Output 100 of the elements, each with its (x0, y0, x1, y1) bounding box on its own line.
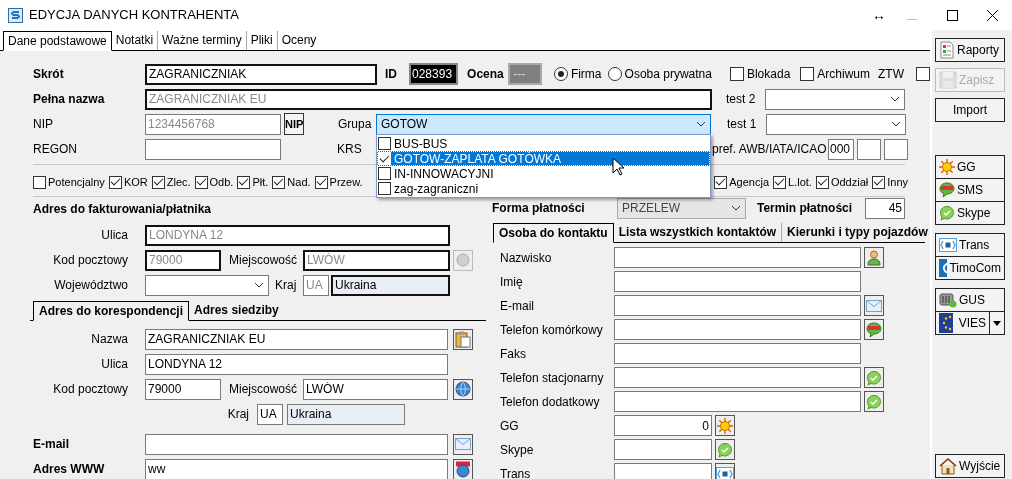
contact-field[interactable] (614, 391, 861, 412)
payment-term-field[interactable]: 45 (865, 197, 905, 219)
group-option[interactable]: GOTOW-ZAPLATA GOTÓWKA (377, 151, 710, 166)
contact-field[interactable]: 0 (614, 415, 712, 436)
contact-action-button[interactable] (715, 463, 735, 479)
country-field[interactable]: Ukraina (287, 403, 405, 425)
contact-field[interactable] (614, 319, 861, 340)
street-field[interactable]: LONDYNA 12 (145, 224, 450, 246)
sidebar-button[interactable]: Raporty (935, 38, 1005, 62)
tab[interactable]: Ważne terminy (158, 31, 247, 50)
dropdown-arrow-button[interactable] (990, 311, 1005, 335)
contact-field[interactable] (614, 295, 861, 316)
sidebar-button[interactable]: TimoCom (935, 256, 1005, 280)
sidebar-button[interactable]: Trans (935, 233, 1005, 257)
tab[interactable]: Adres siedziby (189, 301, 284, 320)
sidebar-button[interactable]: SMS (935, 178, 1005, 202)
entity-type-radio[interactable]: Firma (553, 65, 602, 83)
globe-button[interactable] (453, 378, 473, 400)
tab[interactable]: Dane podstawowe (3, 31, 112, 51)
flag-checkbox[interactable]: Archiwum (800, 65, 870, 83)
payment-dropdown[interactable]: PRZELEW (617, 197, 746, 219)
contact-field[interactable] (614, 343, 861, 364)
caret-icon (993, 320, 1001, 326)
nip-button[interactable]: NIP (284, 113, 304, 135)
group-option[interactable]: zag-zagraniczni (377, 181, 710, 196)
role-checkbox[interactable]: Oddział (815, 173, 869, 191)
contact-action-button[interactable] (864, 391, 884, 412)
regon-field[interactable] (145, 138, 281, 160)
skrot-field[interactable]: ZAGRANICZNIAK (145, 63, 377, 85)
postal-code-field[interactable]: 79000 (145, 378, 221, 400)
flag-checkbox[interactable]: Blokada (729, 65, 791, 83)
full-name-field[interactable]: ZAGRANICZNIAK EU (145, 88, 712, 110)
mouse-cursor-icon (612, 157, 626, 177)
contact-action-button[interactable] (864, 319, 884, 340)
contact-field[interactable] (614, 247, 861, 268)
prefix-field[interactable] (857, 138, 881, 160)
resize-icon[interactable]: ↔ (872, 4, 886, 26)
contact-action-button[interactable] (864, 367, 884, 388)
role-checkbox[interactable]: Płt. (237, 173, 269, 191)
role-checkbox[interactable]: Agencja (714, 173, 770, 191)
country-code-field[interactable]: UA (303, 274, 329, 296)
contact-field[interactable] (614, 271, 861, 292)
role-checkbox[interactable]: Zlec. (151, 173, 191, 191)
tab[interactable]: Pliki (246, 31, 278, 50)
name-field[interactable]: ZAGRANICZNIAK EU (145, 328, 448, 350)
email-button[interactable] (453, 433, 473, 455)
role-checkbox[interactable]: Inny (872, 173, 908, 191)
test-dropdown[interactable] (766, 113, 906, 135)
test-dropdown[interactable] (765, 88, 905, 110)
field-label: test 1 (727, 116, 758, 133)
sidebar-button[interactable]: Import (935, 98, 1005, 122)
country-code-field[interactable]: UA (257, 403, 283, 425)
role-checkbox[interactable]: L.lot. (773, 173, 812, 191)
city-field[interactable]: LWÓW (303, 378, 448, 400)
contact-field[interactable] (614, 439, 712, 460)
tab[interactable]: Notatki (111, 31, 159, 50)
sidebar-button[interactable]: Skype (935, 201, 1005, 225)
nip-field[interactable]: 1234456768 (145, 113, 281, 135)
contact-action-button[interactable] (715, 439, 735, 460)
street-field[interactable]: LONDYNA 12 (145, 353, 448, 375)
role-checkbox[interactable]: Przew. (314, 173, 363, 191)
role-checkbox[interactable]: Odb. (194, 173, 234, 191)
tab[interactable]: Oceny (277, 31, 321, 50)
website-button[interactable] (453, 458, 473, 479)
contact-action-button[interactable] (715, 415, 735, 436)
sidebar-button[interactable]: GG (935, 155, 1005, 179)
website-field[interactable]: ww (145, 458, 448, 479)
tab[interactable]: Osoba do kontaktu (493, 223, 614, 243)
city-field[interactable]: LWÓW (303, 249, 450, 271)
prefix-field[interactable]: 000 (828, 138, 854, 160)
group-option[interactable]: BUS-BUS (377, 136, 710, 151)
contact-field[interactable] (614, 463, 712, 479)
eu-flag-icon (939, 313, 953, 333)
contact-action-button[interactable] (864, 247, 884, 268)
province-dropdown[interactable] (145, 274, 269, 296)
group-option[interactable]: IN-INNOWACYJNI (377, 166, 710, 181)
postal-code-field[interactable]: 79000 (145, 249, 221, 271)
paste-button[interactable] (453, 328, 473, 350)
field-label: Kraj (226, 406, 250, 423)
ztw-checkbox[interactable] (916, 67, 930, 81)
clipboard-icon (455, 330, 471, 348)
caret-icon (731, 205, 741, 211)
sidebar-button[interactable]: GUS (935, 288, 1005, 312)
tab[interactable]: Lista wszystkich kontaktów (613, 223, 783, 242)
email-field[interactable] (145, 433, 448, 455)
caret-icon (696, 121, 706, 127)
group-dropdown[interactable]: GOTOW (376, 113, 711, 135)
role-checkbox[interactable]: Potencjalny (33, 173, 105, 191)
country-field[interactable]: Ukraina (331, 274, 450, 296)
tab[interactable]: Adres do korespondencji (33, 301, 190, 321)
tab[interactable]: Kierunki i typy pojazdów (782, 223, 933, 242)
role-checkbox[interactable]: Nad. (272, 173, 311, 191)
contact-action-button[interactable] (864, 295, 884, 316)
entity-type-radio[interactable]: Osoba prywatna (607, 65, 712, 83)
contact-field[interactable] (614, 367, 861, 388)
field-label: Forma płatności (492, 200, 586, 217)
prefix-field[interactable] (884, 138, 908, 160)
role-checkbox[interactable]: KOR (108, 173, 148, 191)
sidebar-button[interactable]: Wyjście (935, 454, 1005, 478)
sidebar-button[interactable]: VIES (935, 311, 990, 335)
